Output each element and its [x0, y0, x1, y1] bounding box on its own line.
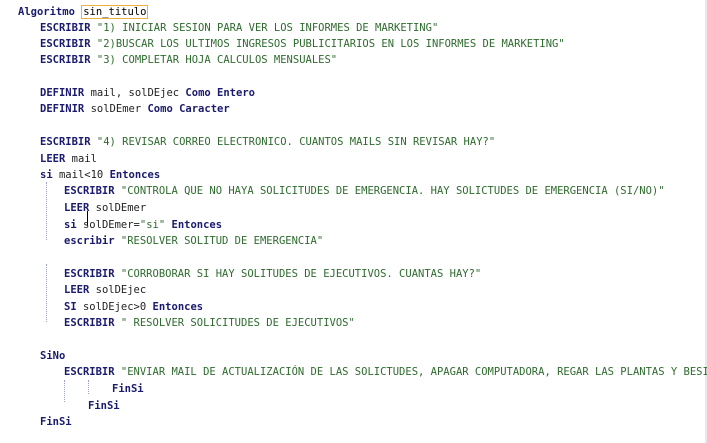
code-token: "RESOLVER SOLITUD DE EMERGENCIA"	[114, 235, 324, 247]
code-line-definir-2[interactable]: DEFINIR solDEmer Como Caracter	[40, 101, 230, 117]
code-token: escribir	[64, 235, 115, 247]
code-token: Como Caracter	[147, 103, 230, 115]
code-line-finsi-3[interactable]: FinSi	[112, 381, 144, 397]
code-token: si	[40, 169, 53, 181]
code-token: si	[64, 219, 77, 231]
code-token: Algoritmo	[18, 6, 75, 18]
code-line-si-soldemer[interactable]: si solDEmer="si" Entonces	[64, 217, 222, 233]
code-token: solDEjec>	[76, 301, 140, 313]
code-token: Entonces	[171, 219, 223, 231]
code-line-escribir-4[interactable]: ESCRIBIR "4) REVISAR CORREO ELECTRONICO.…	[40, 134, 495, 150]
code-token: LEER	[64, 284, 90, 296]
code-line-algoritmo[interactable]: Algoritmo sin_titulo	[18, 4, 149, 20]
code-token: "si"	[139, 219, 166, 231]
indent-guide	[64, 380, 65, 402]
code-token: ESCRIBIR	[40, 38, 91, 50]
code-token: FinSi	[40, 416, 72, 428]
code-line-escribir-1[interactable]: ESCRIBIR "1) INICIAR SESION PARA VER LOS…	[40, 20, 438, 36]
code-line-finsi-2[interactable]: FinSi	[88, 398, 120, 414]
code-token: "1) INICIAR SESION PARA VER LOS INFORMES…	[90, 22, 439, 34]
code-token: ESCRIBIR	[40, 136, 91, 148]
code-line-leer-soldemer[interactable]: LEER solDEmer	[64, 200, 146, 216]
code-token: "3) COMPLETAR HOJA CALCULOS MENSUALES"	[90, 54, 338, 66]
code-token: LEER	[64, 202, 90, 214]
code-token: DEFINIR	[40, 87, 85, 99]
code-token: ESCRIBIR	[64, 366, 115, 378]
code-token: Entonces	[152, 301, 204, 313]
code-token: ESCRIBIR	[40, 54, 91, 66]
code-token: solDEmer=	[76, 219, 140, 231]
code-line-finsi-1[interactable]: FinSi	[40, 414, 72, 430]
code-token: FinSi	[112, 383, 144, 395]
code-line-leer-soldejec[interactable]: LEER solDEjec	[64, 282, 146, 298]
code-token: solDEmer	[84, 103, 148, 115]
code-token: mail	[65, 153, 97, 165]
code-editor[interactable]: Algoritmo sin_titulo ESCRIBIR "1) INICIAR…	[0, 0, 707, 443]
code-line-escribir-ejecutivos[interactable]: ESCRIBIR " RESOLVER SOLICITUDES DE EJECU…	[64, 315, 355, 331]
code-token: " RESOLVER SOLICITUDES DE EJECUTIVOS"	[114, 317, 355, 329]
code-token: ESCRIBIR	[64, 268, 115, 280]
code-token: "4) REVISAR CORREO ELECTRONICO. CUANTOS …	[90, 136, 496, 148]
code-token: "CORROBORAR SI HAY SOLITUDES DE EJECUTIV…	[114, 268, 482, 280]
code-token: "CONTROLA QUE NO HAYA SOLICITUDES DE EME…	[114, 185, 665, 197]
code-token: "ENVIAR MAIL DE ACTUALIZACIÓN DE LAS SOL…	[114, 366, 707, 378]
code-line-si-soldejec[interactable]: SI solDEjec>0 Entonces	[64, 299, 203, 315]
code-token: ESCRIBIR	[64, 317, 115, 329]
code-token: FinSi	[88, 400, 120, 412]
code-token: 10	[90, 169, 104, 181]
code-token: DEFINIR	[40, 103, 85, 115]
code-token: Entonces	[109, 169, 161, 181]
code-line-escribir-resolver[interactable]: escribir "RESOLVER SOLITUD DE EMERGENCIA…	[64, 233, 323, 249]
code-token: mail<	[52, 169, 91, 181]
code-token: "2)BUSCAR LOS ULTIMOS INGRESOS PUBLICITA…	[90, 38, 565, 50]
code-token: ESCRIBIR	[40, 22, 91, 34]
indent-guide	[46, 264, 47, 322]
code-line-definir-1[interactable]: DEFINIR mail, solDEjec Como Entero	[40, 85, 255, 101]
code-token: solDEjec	[89, 284, 147, 296]
code-token: sin_titulo	[81, 5, 149, 19]
indent-guide	[88, 380, 89, 394]
code-token: mail, solDEjec	[84, 87, 186, 99]
code-line-leer-mail[interactable]: LEER mail	[40, 151, 97, 167]
indent-guide	[46, 182, 47, 240]
code-line-escribir-enviar[interactable]: ESCRIBIR "ENVIAR MAIL DE ACTUALIZACIÓN D…	[64, 364, 707, 380]
code-line-escribir-2[interactable]: ESCRIBIR "2)BUSCAR LOS ULTIMOS INGRESOS …	[40, 36, 565, 52]
code-token: LEER	[40, 153, 66, 165]
code-line-escribir-emergencia[interactable]: ESCRIBIR "CONTROLA QUE NO HAYA SOLICITUD…	[64, 183, 665, 199]
code-token: ESCRIBIR	[64, 185, 115, 197]
code-token: SiNo	[40, 350, 66, 362]
code-token: SI	[64, 301, 77, 313]
code-line-si-mail[interactable]: si mail<10 Entonces	[40, 167, 160, 183]
code-line-escribir-corroborar[interactable]: ESCRIBIR "CORROBORAR SI HAY SOLITUDES DE…	[64, 266, 481, 282]
code-token: Como Entero	[185, 87, 255, 99]
code-line-escribir-3[interactable]: ESCRIBIR "3) COMPLETAR HOJA CALCULOS MEN…	[40, 52, 337, 68]
code-token: solDEmer	[89, 202, 147, 214]
code-line-sino[interactable]: SiNo	[40, 348, 65, 364]
